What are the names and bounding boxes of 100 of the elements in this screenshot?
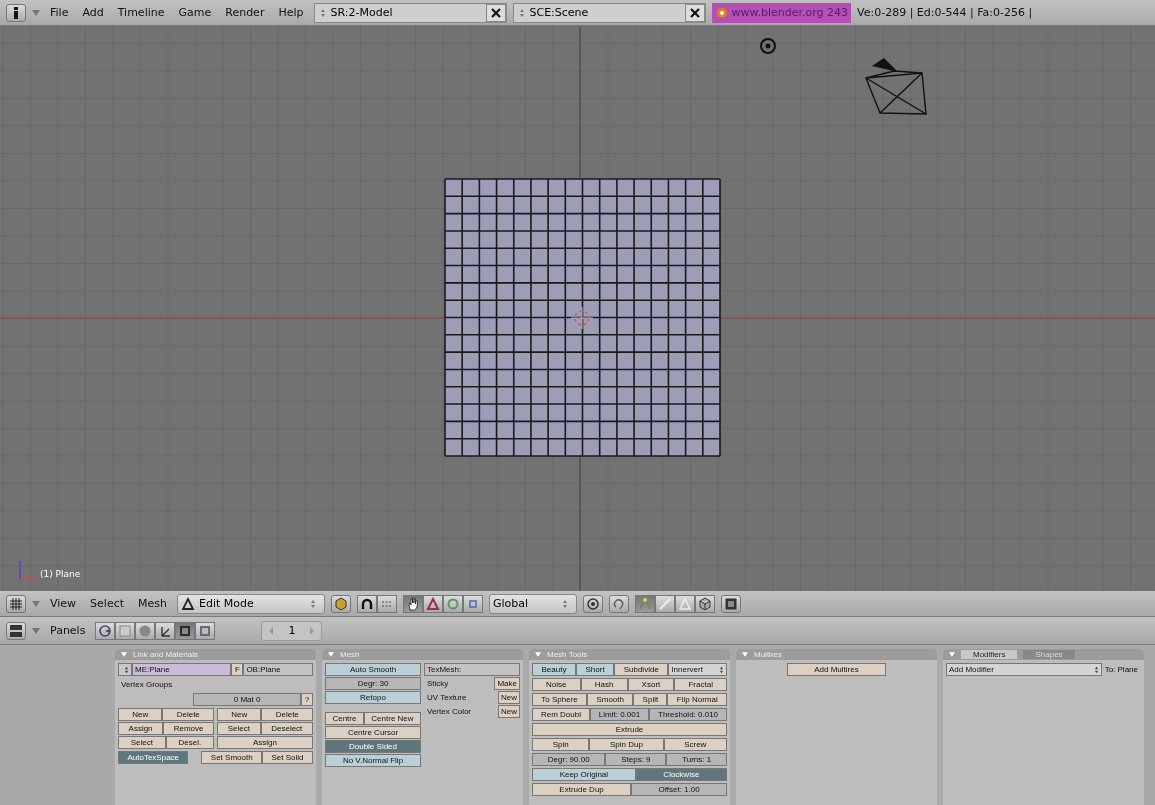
panel-button[interactable]: ? [301,693,313,706]
panel-button[interactable]: Centre Cursor [325,726,421,739]
browse-button[interactable] [118,663,132,676]
panel-button[interactable]: New [118,708,163,721]
window-type-button[interactable] [6,594,26,613]
screen-selector[interactable]: SR:2-Model [313,2,507,23]
orientation-dropdown[interactable]: Global [489,593,577,614]
panel-button[interactable]: Flip Normal [667,693,727,706]
panel-button[interactable]: Desel. [165,736,214,749]
panel-button[interactable]: Smooth [587,693,634,706]
panel-button[interactable]: New [217,708,262,721]
number-field[interactable]: Steps: 9 [605,753,667,766]
context-tab[interactable] [155,621,176,640]
select-mode-button[interactable] [655,594,675,613]
panel-button[interactable]: Spin Dup [589,738,664,751]
panel-tab[interactable]: Modifiers [961,650,1018,659]
dropdown-menu[interactable]: Innervert [668,663,727,676]
number-field[interactable]: Offset: 1.00 [631,783,727,796]
number-field[interactable]: 0 Mat 0 [193,693,301,706]
panel-button[interactable]: Spin [532,738,590,751]
proportional-button[interactable] [583,594,603,613]
menu-item[interactable]: Help [274,6,308,19]
panel-button[interactable]: New [498,705,520,718]
menu-item[interactable]: Timeline [113,6,169,19]
toggle-button[interactable]: Auto Smooth [325,663,421,676]
window-type-button[interactable] [6,3,26,22]
menu-item[interactable]: Game [174,6,216,19]
occlude-button[interactable] [695,594,715,613]
panel-button[interactable]: Set Smooth [201,751,263,764]
menu-item[interactable]: View [46,597,81,610]
updown-icon [124,665,129,674]
number-field[interactable]: Limit: 0.001 [589,708,650,721]
panels-menu[interactable]: Panels [46,624,90,637]
panel-button[interactable]: Assign [118,722,164,735]
toggle-button[interactable]: Beauty [532,663,576,676]
panel-button[interactable]: To Sphere [532,693,588,706]
panel-button[interactable]: Noise [532,678,581,691]
panel-button[interactable]: Xsort [627,678,675,691]
toggle-button[interactable]: Short [575,663,615,676]
screen-name[interactable]: SR:2-Model [330,6,486,19]
panel-button[interactable]: Select [217,722,261,735]
panel-button[interactable]: Centre [325,712,364,725]
name-field[interactable]: TexMesh: [424,663,520,676]
select-mode-button[interactable] [675,594,695,613]
panel-button[interactable]: Make [494,677,520,690]
panel-button[interactable]: Screw [663,738,727,751]
context-tab[interactable] [95,621,116,640]
menu-item[interactable]: File [46,6,73,19]
panels-icon [9,623,23,638]
mode-dropdown[interactable]: Edit Mode [177,593,325,614]
panel-button[interactable]: Set Solid [262,751,313,764]
name-field[interactable]: ME:Plane [132,663,232,676]
context-tab[interactable] [175,621,196,640]
dropdown-menu[interactable]: Add Modifier [946,663,1102,676]
menu-item[interactable]: Add [78,6,108,19]
panel-button[interactable]: Subdivide [614,663,669,676]
panel-button[interactable]: Rem Doubl [532,708,590,721]
toggle-button[interactable]: AutoTexSpace [118,751,189,764]
panel-button[interactable]: Deselect [260,722,313,735]
number-field[interactable]: Threshold: 0.010 [649,708,727,721]
scene-name[interactable]: SCE:Scene [529,6,685,19]
toggle-button[interactable]: No V.Normal Flip [325,754,421,767]
name-field[interactable]: OB:Plane [243,663,313,676]
toggle-button[interactable]: Retopo [325,691,421,704]
panel-button[interactable]: Extrude Dup [532,783,632,796]
panel-button[interactable]: Assign [217,736,313,749]
window-type-button[interactable] [6,621,26,640]
menu-item[interactable]: Render [221,6,269,19]
toggle-button[interactable]: Double Sided [325,740,421,753]
panel-button[interactable]: F [231,663,244,676]
panel-button[interactable]: Delete [261,708,313,721]
picture-icon [724,596,738,611]
frame-field[interactable]: 1 [261,620,323,641]
render-button[interactable] [721,594,741,613]
scene-selector[interactable]: SCE:Scene [512,2,706,23]
context-tab[interactable] [195,621,216,640]
number-field[interactable]: Degr: 30 [325,677,421,690]
panel-button[interactable]: Remove [163,722,214,735]
panel-button[interactable]: Select [118,736,166,749]
toggle-button[interactable]: Keep Original [532,768,636,781]
panel-button[interactable]: Add Multires [787,663,886,676]
menu-item[interactable]: Mesh [134,597,171,610]
panel-button[interactable]: New [498,691,520,704]
widget-button[interactable] [423,594,443,613]
panel-button[interactable]: Centre New [363,712,421,725]
widget-button[interactable] [403,594,423,613]
number-field[interactable]: Degr: 90.00 [532,753,606,766]
toggle-button[interactable]: Clockwise [635,768,727,781]
panel-button[interactable]: Delete [162,708,214,721]
pivot-button[interactable] [357,594,377,613]
number-field[interactable]: Turns: 1 [666,753,727,766]
panel-button[interactable]: Hash [580,678,628,691]
draw-type-button[interactable] [331,594,351,613]
close-button[interactable] [684,3,705,22]
panel-button[interactable]: Split [633,693,668,706]
select-mode-button[interactable] [635,594,655,613]
menu-item[interactable]: Select [86,597,129,610]
close-button[interactable] [485,3,506,22]
panel-button[interactable]: Extrude [532,723,727,736]
panel-button[interactable]: Fractal [674,678,727,691]
